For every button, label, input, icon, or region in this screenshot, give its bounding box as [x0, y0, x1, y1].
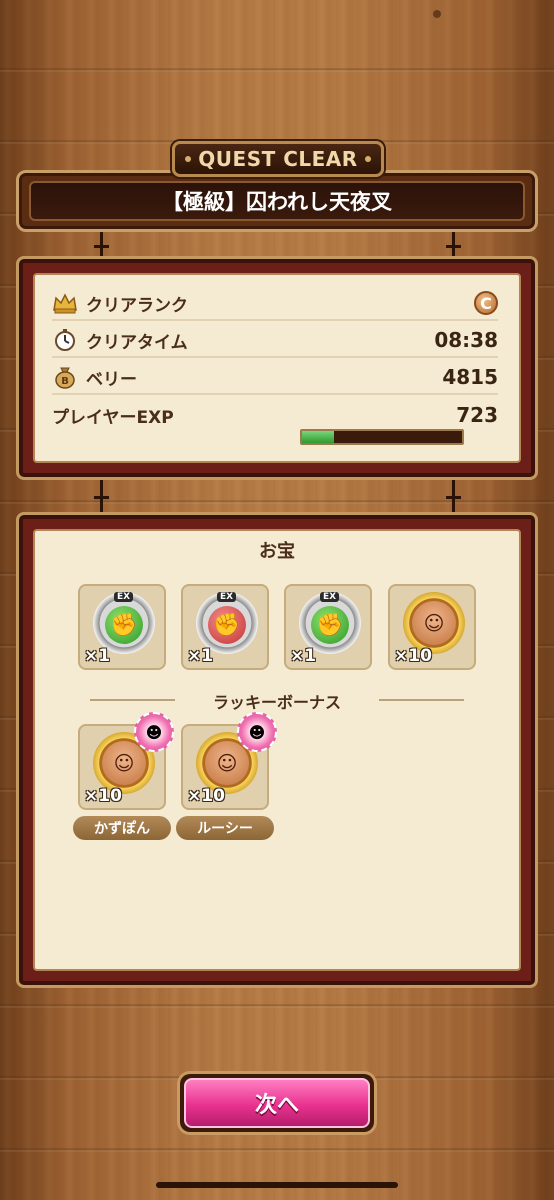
- clear-time-label: クリアタイム: [86, 332, 188, 353]
- bonus-item-1[interactable]: ☺ ×10 ☻: [78, 712, 174, 810]
- item-quantity: ×10: [187, 786, 225, 806]
- rope-left-mid: [94, 478, 109, 514]
- red-fist-ex-medal-icon: ✊ EX: [196, 592, 258, 654]
- exp-progress-fill: [302, 431, 334, 443]
- next-button-label: 次へ: [184, 1078, 370, 1128]
- green-fist-ex-medal-icon: ✊ EX: [93, 592, 155, 654]
- quest-clear-text: QUEST CLEAR: [198, 147, 358, 171]
- svg-text:B: B: [61, 376, 69, 387]
- player-exp-value: 723: [456, 403, 498, 427]
- ex-tag: EX: [114, 592, 134, 602]
- next-button[interactable]: 次へ: [180, 1074, 374, 1132]
- fist-icon: ✊: [208, 606, 246, 644]
- berry-label: ベリー: [86, 369, 137, 390]
- clear-rank-row: クリアランク C: [52, 287, 498, 321]
- berry-bag-icon: B: [52, 364, 78, 390]
- rope-left-top: [94, 232, 109, 258]
- berry-row: B ベリー 4815: [52, 361, 498, 395]
- clear-time-row: クリアタイム 08:38: [52, 324, 498, 358]
- friend-avatar-icon: ☻: [237, 712, 277, 752]
- exp-progress-bar: [300, 429, 464, 445]
- quest-clear-badge: QUEST CLEAR: [172, 141, 384, 177]
- stopwatch-icon: [52, 327, 78, 353]
- crown-icon: [52, 290, 78, 316]
- fist-icon: ✊: [311, 606, 349, 644]
- item-quantity: ×1: [84, 646, 111, 666]
- ex-tag: EX: [320, 592, 340, 602]
- player-exp-row: プレイヤーEXP 723: [52, 398, 498, 432]
- bonus-owner-tag: かずぽん: [73, 816, 171, 840]
- ornament-dot: [185, 156, 192, 162]
- ex-tag: EX: [217, 592, 237, 602]
- quest-title-bar: 【極級】囚われし天夜叉: [16, 170, 538, 232]
- berry-value: 4815: [442, 365, 498, 389]
- rank-c-icon: C: [474, 291, 498, 315]
- fist-icon: ✊: [105, 606, 143, 644]
- bonus-owner-tag: ルーシー: [176, 816, 274, 840]
- ornament-dot: [364, 156, 371, 162]
- green-fist-ex-medal-icon: ✊ EX: [299, 592, 361, 654]
- treasure-item-3[interactable]: ✊ EX ×1: [284, 584, 372, 670]
- status-dot: [433, 10, 441, 18]
- player-exp-label: プレイヤーEXP: [52, 407, 174, 428]
- treasure-title: お宝: [259, 541, 295, 562]
- treasure-item-1[interactable]: ✊ EX ×1: [78, 584, 166, 670]
- item-quantity: ×10: [394, 646, 432, 666]
- character-gold-medal-icon: ☺: [403, 592, 465, 654]
- clear-time-value: 08:38: [434, 328, 498, 352]
- item-quantity: ×1: [290, 646, 317, 666]
- quest-title: 【極級】囚われし天夜叉: [29, 181, 525, 221]
- treasure-item-4[interactable]: ☺ ×10: [388, 584, 476, 670]
- character-face-icon: ☺: [412, 601, 456, 645]
- character-face-icon: ☺: [205, 741, 249, 785]
- rope-right-mid: [446, 478, 461, 514]
- friend-avatar-icon: ☻: [134, 712, 174, 752]
- rope-right-top: [446, 232, 461, 258]
- lucky-bonus-title: ラッキーボーナス: [90, 689, 464, 713]
- treasure-item-2[interactable]: ✊ EX ×1: [181, 584, 269, 670]
- bonus-item-2[interactable]: ☺ ×10 ☻: [181, 712, 277, 810]
- item-quantity: ×1: [187, 646, 214, 666]
- home-indicator[interactable]: [156, 1182, 398, 1188]
- clear-rank-label: クリアランク: [86, 295, 188, 316]
- character-face-icon: ☺: [102, 741, 146, 785]
- item-quantity: ×10: [84, 786, 122, 806]
